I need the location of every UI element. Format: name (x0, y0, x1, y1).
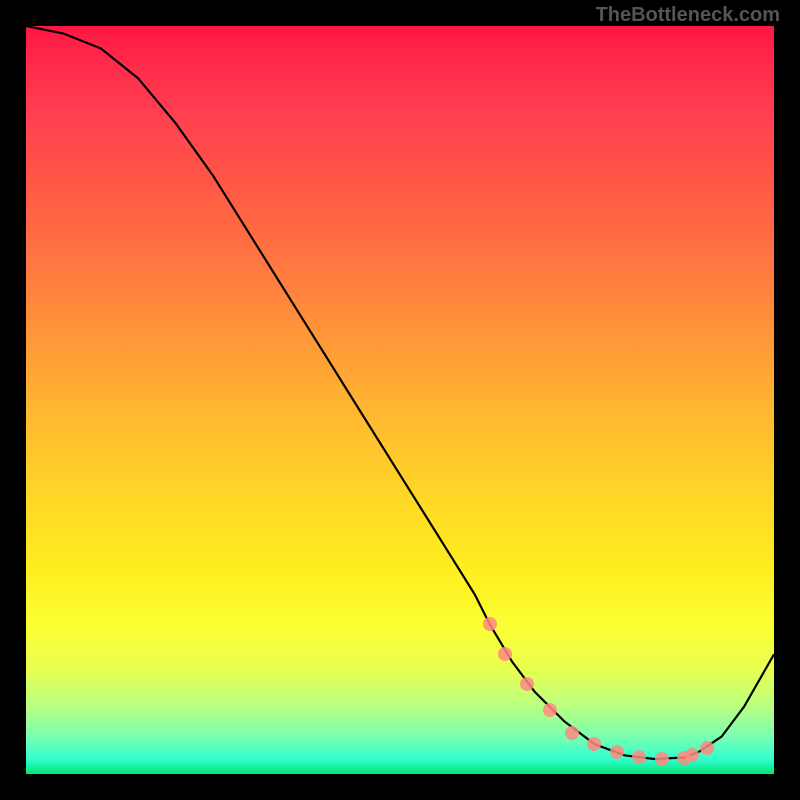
data-point (587, 737, 601, 751)
data-point (632, 750, 646, 764)
bottleneck-curve (26, 26, 774, 759)
data-point (655, 752, 669, 766)
data-point (685, 748, 699, 762)
plot-area (26, 26, 774, 774)
data-point (610, 745, 624, 759)
data-point (565, 726, 579, 740)
data-point (700, 741, 714, 755)
data-point (498, 647, 512, 661)
data-point (543, 703, 557, 717)
curve-layer (26, 26, 774, 774)
watermark-text: TheBottleneck.com (596, 4, 780, 27)
data-point (483, 617, 497, 631)
data-point (520, 677, 534, 691)
